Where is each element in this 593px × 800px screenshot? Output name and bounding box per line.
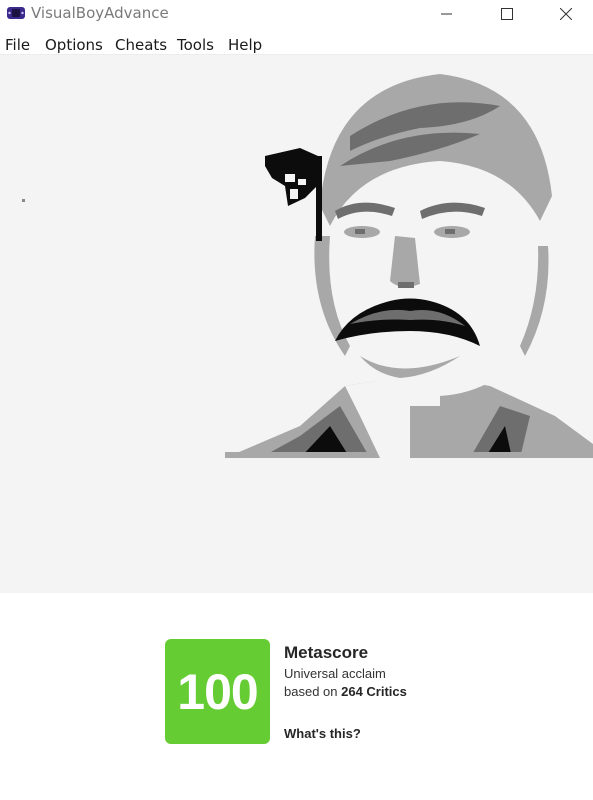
menu-bar: File Options Cheats Tools Help — [0, 28, 593, 55]
maximize-icon — [501, 8, 513, 20]
menu-help[interactable]: Help — [228, 36, 262, 54]
close-icon — [560, 8, 572, 20]
gameboy-advance-icon — [6, 5, 26, 21]
critics-prefix: based on — [284, 684, 342, 699]
maximize-button[interactable] — [484, 0, 530, 28]
minimize-button[interactable] — [424, 0, 470, 28]
metascore-critics-line: based on 264 Critics — [284, 683, 407, 701]
minimize-icon — [441, 8, 453, 20]
menu-cheats[interactable]: Cheats — [115, 36, 167, 54]
metascore-badge: 100 — [165, 639, 270, 744]
critics-count[interactable]: 264 Critics — [341, 684, 407, 699]
metascore-value: 100 — [177, 663, 258, 720]
close-button[interactable] — [543, 0, 589, 28]
metascore-panel: 100 Metascore Universal acclaim based on… — [0, 593, 593, 800]
whats-this-link[interactable]: What's this? — [284, 726, 361, 741]
title-bar[interactable]: VisualBoyAdvance — [0, 0, 593, 28]
metascore-verdict: Universal acclaim — [284, 666, 386, 681]
game-screen-image — [22, 74, 593, 458]
menu-tools[interactable]: Tools — [177, 36, 214, 54]
emulator-window: VisualBoyAdvance File Options Cheats Too… — [0, 0, 593, 593]
window-title: VisualBoyAdvance — [31, 4, 169, 22]
game-screen[interactable] — [0, 56, 593, 593]
metascore-description: Universal acclaim based on 264 Critics — [284, 665, 407, 701]
metascore-title: Metascore — [284, 643, 369, 662]
menu-file[interactable]: File — [5, 36, 30, 54]
menu-options[interactable]: Options — [45, 36, 103, 54]
